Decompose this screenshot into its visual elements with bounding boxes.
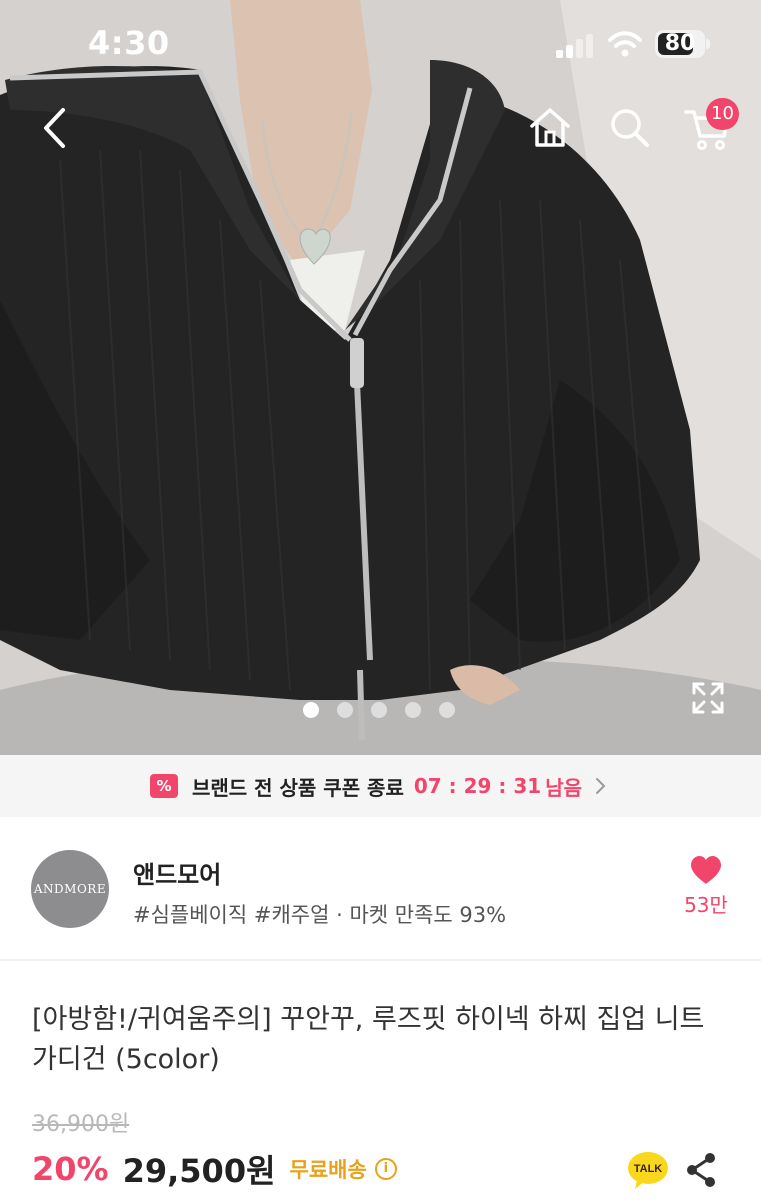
shop-name[interactable]: 앤드모어 (133, 855, 221, 890)
pagination-dot[interactable] (303, 702, 319, 718)
status-time: 4:30 (88, 24, 170, 62)
free-shipping-label: 무료배송 (289, 1158, 367, 1182)
battery-percent: 80 (664, 31, 696, 56)
shop-tags: #심플베이직 #캐주얼 · 마켓 만족도 93% (133, 903, 507, 927)
battery-indicator: 80 (655, 30, 711, 58)
talk-icon: TALK (628, 1152, 668, 1189)
cellular-signal-icon (556, 34, 593, 58)
coupon-banner-content: % 브랜드 전 상품 쿠폰 종료 07 : 29 : 31 남음 (150, 772, 608, 800)
coupon-text: 브랜드 전 상품 쿠폰 종료 (192, 775, 404, 800)
back-button[interactable] (30, 102, 82, 154)
search-button[interactable] (604, 102, 656, 154)
pagination-dot[interactable] (337, 702, 353, 718)
status-bar: 4:30 80 (0, 0, 761, 90)
coupon-icon-glyph: % (156, 777, 172, 795)
wifi-icon (608, 31, 642, 57)
original-price: 36,900원 (32, 1112, 130, 1137)
coupon-icon: % (150, 774, 178, 798)
home-button[interactable] (524, 102, 576, 154)
product-image-gallery[interactable]: 4:30 80 10 (0, 0, 761, 755)
like-count: 53만 (684, 893, 728, 917)
section-divider (0, 959, 761, 961)
talk-label: TALK (634, 1163, 663, 1175)
search-icon (611, 109, 649, 147)
expand-icon (692, 682, 724, 714)
chevron-right-icon (596, 778, 606, 794)
discount-rate: 20% (32, 1150, 109, 1188)
chevron-left-icon (44, 108, 65, 148)
pagination-dot[interactable] (405, 702, 421, 718)
cart-count-badge: 10 (706, 98, 739, 130)
heart-icon (691, 856, 721, 884)
info-icon[interactable]: i (374, 1158, 397, 1180)
like-button[interactable]: 53만 (676, 855, 736, 925)
shop-logo[interactable]: ANDMORE (31, 850, 109, 928)
sale-price: 29,500원 (122, 1152, 276, 1190)
fullscreen-button[interactable] (690, 680, 726, 716)
coupon-banner[interactable]: % 브랜드 전 상품 쿠폰 종료 07 : 29 : 31 남음 (0, 755, 761, 817)
kakao-talk-button[interactable]: TALK (627, 1150, 669, 1190)
share-button[interactable] (685, 1152, 717, 1188)
share-icon (687, 1153, 715, 1187)
pagination-dot[interactable] (439, 702, 455, 718)
battery-cap (706, 39, 710, 49)
product-title: [아방함!/귀여움주의] 꾸안꾸, 루즈핏 하이넥 하찌 집업 니트 가디건 (… (32, 1004, 705, 1075)
gallery-pagination (303, 702, 455, 718)
pagination-dot[interactable] (371, 702, 387, 718)
price-row: 20% 29,500원 무료배송 i (32, 1146, 397, 1192)
coupon-timer: 07 : 29 : 31 (413, 774, 542, 798)
shop-info: ANDMORE 앤드모어 #심플베이직 #캐주얼 · 마켓 만족도 93% 53… (0, 817, 761, 959)
home-icon (530, 108, 570, 147)
coupon-timer-suffix: 남음 (545, 775, 583, 800)
